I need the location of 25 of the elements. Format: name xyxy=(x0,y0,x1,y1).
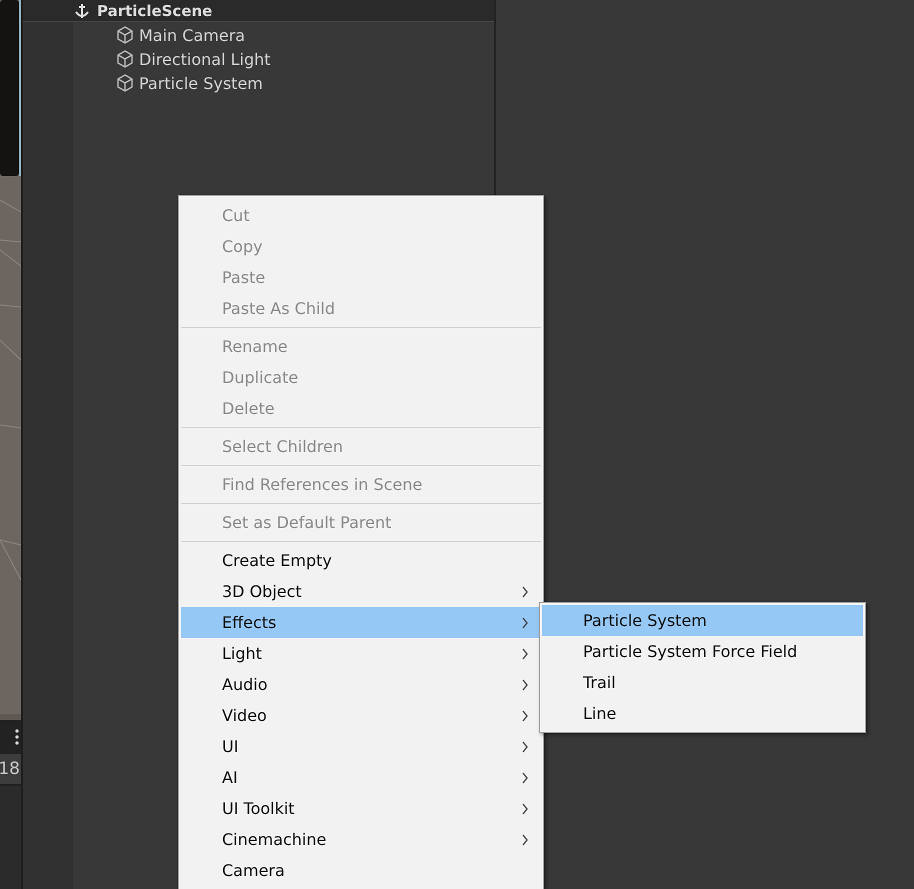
cube-icon xyxy=(115,73,135,93)
menu-item[interactable]: Particle System Force Field xyxy=(542,636,863,667)
menu-item[interactable]: UI xyxy=(181,731,541,762)
scene-title: ParticleScene xyxy=(97,2,212,20)
menu-item[interactable]: Cinemachine xyxy=(181,824,541,855)
menu-item[interactable]: Video xyxy=(181,700,541,731)
menu-item[interactable]: Trail xyxy=(542,667,863,698)
menu-item[interactable]: Camera xyxy=(181,855,541,886)
menu-item[interactable]: Line xyxy=(542,698,863,729)
scene-icon xyxy=(73,2,91,20)
hierarchy-item[interactable]: Directional Light xyxy=(139,50,271,68)
menu-item[interactable]: AI xyxy=(181,762,541,793)
hierarchy-item[interactable]: Main Camera xyxy=(139,26,246,44)
menu-item[interactable]: Particle System xyxy=(542,605,863,636)
frame-counter: 18 xyxy=(0,759,20,779)
menu-item[interactable]: Create Empty xyxy=(181,545,541,576)
cube-icon xyxy=(115,49,135,69)
menu-item[interactable]: Light xyxy=(181,638,541,669)
menu-item[interactable]: Effects xyxy=(181,607,541,638)
cube-icon xyxy=(115,25,135,45)
more-icon[interactable] xyxy=(15,729,19,745)
menu-item[interactable]: Audio xyxy=(181,669,541,700)
hierarchy-item[interactable]: Particle System xyxy=(139,74,263,92)
menu-item[interactable]: UI Toolkit xyxy=(181,793,541,824)
menu-item[interactable]: 3D Object xyxy=(181,576,541,607)
